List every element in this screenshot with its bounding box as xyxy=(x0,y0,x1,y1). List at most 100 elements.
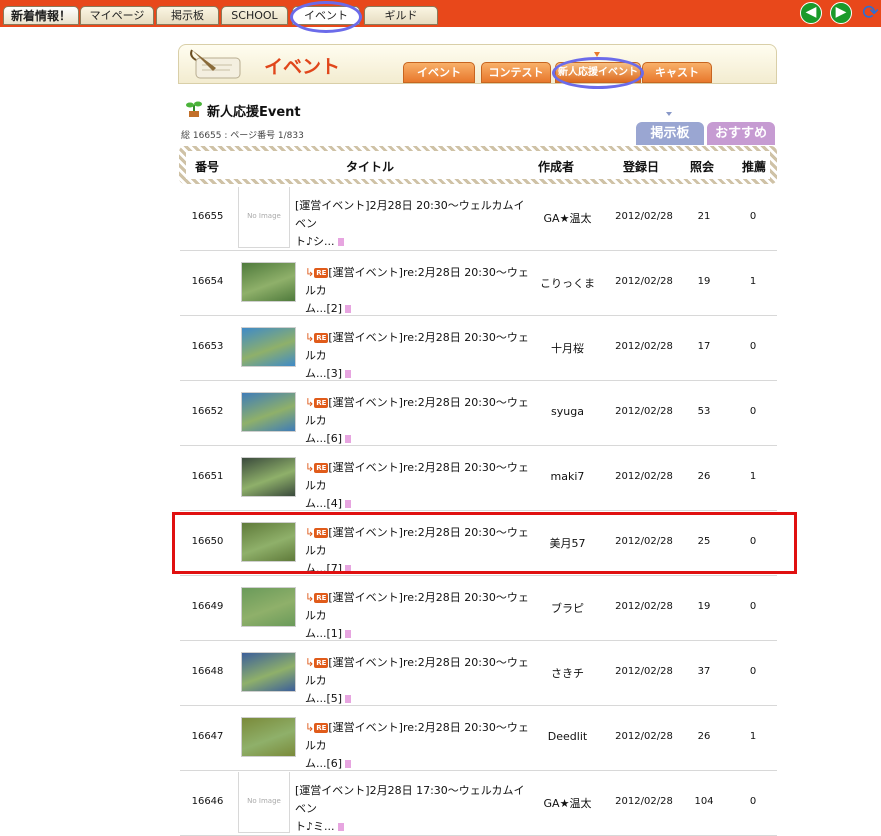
post-author[interactable]: GA★温太 xyxy=(535,795,600,811)
thumbnail-image[interactable] xyxy=(241,457,296,497)
post-title-link[interactable]: ↳ RE [運営イベント]re:2月28日 20:30〜ウェルカ ム...[5] xyxy=(305,654,530,708)
post-recommend-count: 0 xyxy=(749,211,757,222)
post-title-line2: ム...[1] xyxy=(305,627,343,640)
table-row[interactable]: 16654 ↳ RE [運営イベント]re:2月28日 20:30〜ウェルカ ム...[… xyxy=(180,250,777,316)
sprout-icon xyxy=(186,101,202,117)
post-title-link[interactable]: ↳ RE [運営イベント]re:2月28日 20:30〜ウェルカ ム...[1] xyxy=(305,589,530,643)
post-recommend-count: 0 xyxy=(749,536,757,547)
post-title-link[interactable]: ↳ RE [運営イベント]re:2月28日 20:30〜ウェルカ ム...[2] xyxy=(305,264,530,318)
tab-newcomer-event[interactable]: 新人応援イベント xyxy=(555,62,641,83)
table-row[interactable]: 16655 No Image [運営イベント]2月28日 20:30〜ウェルカムイベ… xyxy=(180,185,777,251)
table-row[interactable]: 16648 ↳ RE [運営イベント]re:2月28日 20:30〜ウェルカ ム...[… xyxy=(180,640,777,706)
post-title-line1: [運営イベント]re:2月28日 20:30〜ウェルカ xyxy=(305,396,529,427)
view-tab-marker xyxy=(666,112,672,116)
post-views: 53 xyxy=(697,406,711,417)
tab-board-view[interactable]: 掲示板 xyxy=(636,122,704,145)
post-number: 16646 xyxy=(191,796,224,807)
post-views: 26 xyxy=(697,471,711,482)
thumbnail-image[interactable] xyxy=(241,717,296,757)
reply-arrow-icon: ↳ xyxy=(305,526,315,539)
table-row[interactable]: 16653 ↳ RE [運営イベント]re:2月28日 20:30〜ウェルカ ム...[… xyxy=(180,315,777,381)
post-views: 104 xyxy=(694,796,714,807)
memo-icon xyxy=(345,500,352,508)
table-row[interactable]: 16650 ↳ RE [運営イベント]re:2月28日 20:30〜ウェルカ ム...[… xyxy=(180,510,777,576)
tab-event-sub[interactable]: イベント xyxy=(403,62,475,83)
post-title-line1: [運営イベント]re:2月28日 20:30〜ウェルカ xyxy=(305,721,529,752)
tab-event[interactable]: イベント xyxy=(292,6,360,25)
post-author[interactable]: こりっくま xyxy=(535,275,600,291)
tab-mypage[interactable]: マイページ xyxy=(80,6,154,25)
table-row[interactable]: 16647 ↳ RE [運営イベント]re:2月28日 20:30〜ウェルカ ム...[… xyxy=(180,705,777,771)
post-views: 37 xyxy=(697,666,711,677)
post-title-line2: ト♪シ... xyxy=(295,235,335,248)
back-arrow-icon[interactable]: ◀ xyxy=(800,2,822,24)
post-date: 2012/02/28 xyxy=(615,536,673,547)
post-author[interactable]: さきチ xyxy=(535,665,600,681)
post-recommend-count: 1 xyxy=(749,276,757,287)
tab-school[interactable]: SCHOOL xyxy=(221,6,288,25)
post-recommend-count: 0 xyxy=(749,666,757,677)
post-recommend-count: 0 xyxy=(749,406,757,417)
post-title-link[interactable]: ↳ RE [運営イベント]re:2月28日 20:30〜ウェルカ ム...[3] xyxy=(305,329,530,383)
post-title-line2: ム...[7] xyxy=(305,562,343,575)
memo-icon xyxy=(345,760,352,768)
post-author[interactable]: maki7 xyxy=(535,470,600,483)
refresh-icon[interactable]: ⟳ xyxy=(860,1,881,25)
thumbnail-image[interactable] xyxy=(241,327,296,367)
table-row[interactable]: 16649 ↳ RE [運営イベント]re:2月28日 20:30〜ウェルカ ム...[… xyxy=(180,575,777,641)
post-title-link[interactable]: ↳ RE [運営イベント]re:2月28日 20:30〜ウェルカ ム...[4] xyxy=(305,459,530,513)
tab-new-info[interactable]: 新着情報！ xyxy=(3,6,79,25)
table-row[interactable]: 16652 ↳ RE [運営イベント]re:2月28日 20:30〜ウェルカ ム...[… xyxy=(180,380,777,446)
tab-guild[interactable]: ギルド xyxy=(364,6,438,25)
tab-cast[interactable]: キャスト xyxy=(642,62,712,83)
table-row[interactable]: 16646 No Image [運営イベント]2月28日 17:30〜ウェルカムイベ… xyxy=(180,770,777,836)
post-author[interactable]: syuga xyxy=(535,405,600,418)
thumbnail-image[interactable] xyxy=(241,587,296,627)
post-author[interactable]: Deedlit xyxy=(535,730,600,743)
active-tab-marker xyxy=(594,52,600,57)
thumbnail-image[interactable] xyxy=(241,522,296,562)
re-badge: RE xyxy=(314,268,329,278)
post-title-link[interactable]: [運営イベント]2月28日 20:30〜ウェルカムイベン ト♪シ... xyxy=(295,197,535,251)
thumbnail-image[interactable] xyxy=(241,392,296,432)
tab-contest[interactable]: コンテスト xyxy=(481,62,551,83)
post-author[interactable]: 十月桜 xyxy=(535,340,600,356)
post-title-line2: ト♪ミ... xyxy=(295,820,335,833)
re-badge: RE xyxy=(314,333,329,343)
post-title-line2: ム...[3] xyxy=(305,367,343,380)
post-author[interactable]: ブラピ xyxy=(535,600,600,616)
reply-arrow-icon: ↳ xyxy=(305,331,315,344)
post-views: 19 xyxy=(697,276,711,287)
forward-arrow-icon[interactable]: ▶ xyxy=(830,2,852,24)
post-title-line2: ム...[4] xyxy=(305,497,343,510)
post-author[interactable]: GA★温太 xyxy=(535,210,600,226)
post-date: 2012/02/28 xyxy=(615,666,673,677)
thumbnail-image[interactable] xyxy=(241,652,296,692)
post-author[interactable]: 美月57 xyxy=(535,535,600,551)
memo-icon xyxy=(345,630,352,638)
thumbnail-no-image[interactable]: No Image xyxy=(238,772,290,833)
re-badge: RE xyxy=(314,723,329,733)
tab-recommended[interactable]: おすすめ xyxy=(707,122,775,145)
reply-arrow-icon: ↳ xyxy=(305,656,315,669)
table-row[interactable]: 16651 ↳ RE [運営イベント]re:2月28日 20:30〜ウェルカ ム...[… xyxy=(180,445,777,511)
post-title-link[interactable]: ↳ RE [運営イベント]re:2月28日 20:30〜ウェルカ ム...[7] xyxy=(305,524,530,578)
post-number: 16653 xyxy=(191,341,224,352)
post-recommend-count: 0 xyxy=(749,796,757,807)
thumbnail-no-image[interactable]: No Image xyxy=(238,187,290,248)
reply-arrow-icon: ↳ xyxy=(305,721,315,734)
post-title-link[interactable]: ↳ RE [運営イベント]re:2月28日 20:30〜ウェルカ ム...[6] xyxy=(305,719,530,773)
tab-board[interactable]: 掲示板 xyxy=(156,6,219,25)
memo-icon xyxy=(337,823,344,831)
re-badge: RE xyxy=(314,528,329,538)
post-views: 25 xyxy=(697,536,711,547)
post-title-link[interactable]: ↳ RE [運営イベント]re:2月28日 20:30〜ウェルカ ム...[6] xyxy=(305,394,530,448)
post-date: 2012/02/28 xyxy=(615,341,673,352)
post-recommend-count: 0 xyxy=(749,601,757,612)
thumbnail-image[interactable] xyxy=(241,262,296,302)
post-title-link[interactable]: [運営イベント]2月28日 17:30〜ウェルカムイベン ト♪ミ... xyxy=(295,782,535,836)
reply-arrow-icon: ↳ xyxy=(305,461,315,474)
post-title-line1: [運営イベント]re:2月28日 20:30〜ウェルカ xyxy=(305,656,529,687)
col-header-author: 作成者 xyxy=(537,160,574,174)
post-number: 16647 xyxy=(191,731,224,742)
